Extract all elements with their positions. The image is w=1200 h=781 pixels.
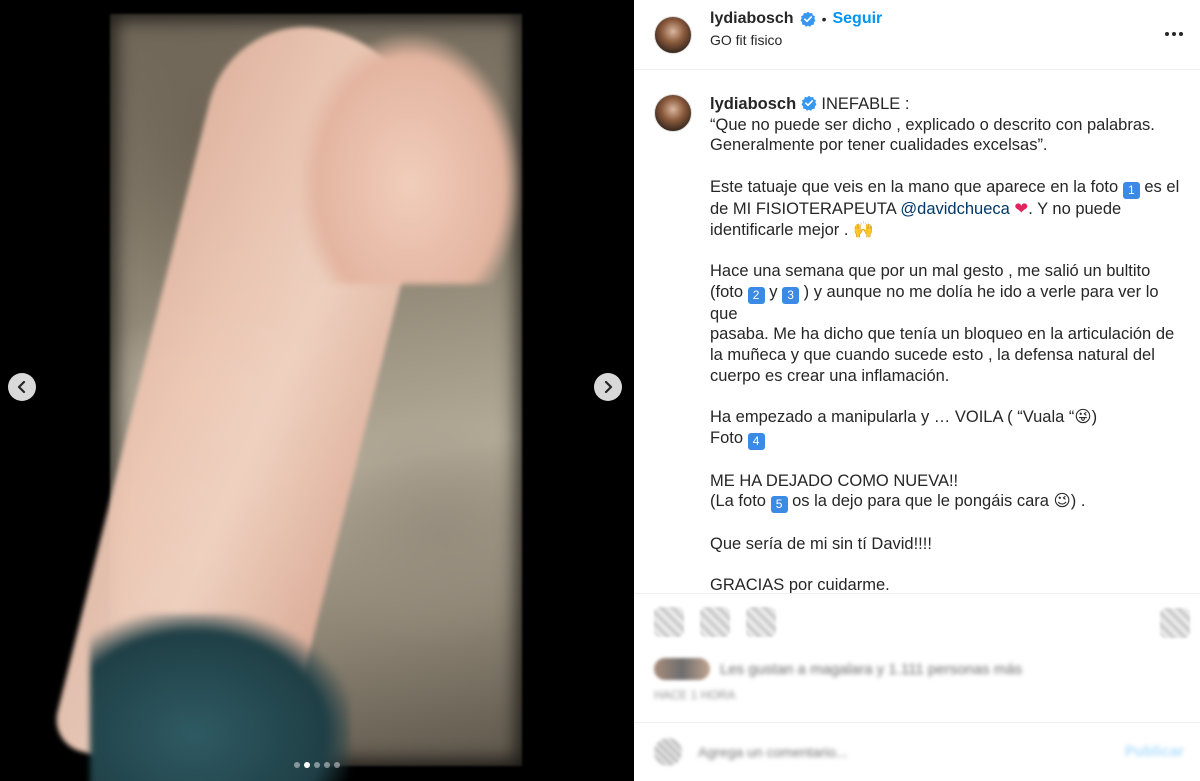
caption-line: cuerpo es crear una inflamación. (710, 366, 950, 385)
verified-badge-icon (801, 95, 817, 111)
comment-input[interactable] (698, 743, 1125, 760)
caption-line: Foto (710, 428, 748, 447)
caption-line: GRACIAS por cuidarme. (710, 576, 890, 593)
caption-line: (foto (710, 282, 748, 301)
photo-sleeve (90, 614, 350, 781)
chevron-left-icon (17, 381, 26, 393)
caption-avatar[interactable] (654, 94, 692, 132)
carousel-indicator (0, 762, 634, 768)
post-photo[interactable] (49, 6, 522, 781)
caption-line: “Que no puede ser dicho , explicado o de… (710, 115, 1155, 134)
likes-text[interactable]: Les gustan a magalara y 1.111 personas m… (720, 661, 1022, 678)
keycap-emoji: 5 (770, 496, 788, 514)
next-photo-button[interactable] (594, 373, 622, 401)
location-text[interactable]: GO fit fisico (710, 32, 882, 48)
emoji-icon[interactable] (654, 737, 682, 766)
mention-link[interactable]: @davidchueca (900, 200, 1009, 218)
caption-line: ME HA DEJADO COMO NUEVA!! (710, 471, 959, 490)
chevron-right-icon (604, 381, 613, 393)
caption-line: Este tatuaje que veis en la mano que apa… (710, 177, 1123, 196)
carousel-dot (314, 762, 320, 768)
heart-emoji: ❤ (1009, 199, 1029, 218)
likes-summary[interactable]: Les gustan a magalara y 1.111 personas m… (654, 658, 1184, 680)
separator-dot: • (821, 10, 827, 27)
caption-line: . Y no puede (1028, 199, 1122, 218)
media-viewer (0, 0, 634, 781)
follow-button[interactable]: Seguir (832, 10, 882, 28)
keycap-emoji: 2 (747, 286, 765, 304)
heart-icon[interactable] (654, 607, 684, 637)
carousel-dot (334, 762, 340, 768)
caption-line: os la dejo para que le pongáis cara 😉) . (787, 492, 1086, 511)
caption: lydiabosch INEFABLE : “Que no puede ser … (654, 94, 1184, 593)
comment-composer: Publicar (634, 722, 1200, 780)
header-text: lydiabosch • Seguir GO fit fisico (710, 10, 882, 48)
post-header: lydiabosch • Seguir GO fit fisico (634, 0, 1200, 70)
share-icon[interactable] (746, 607, 776, 637)
post-actions: Les gustan a magalara y 1.111 personas m… (634, 593, 1200, 780)
caption-line: de MI FISIOTERAPEUTA (710, 199, 901, 218)
keycap-emoji: 1 (1122, 181, 1140, 199)
photo-hand (300, 34, 520, 284)
keycap-emoji: 3 (782, 286, 800, 304)
previous-photo-button[interactable] (8, 373, 36, 401)
avatar[interactable] (654, 15, 692, 54)
post-modal: lydiabosch • Seguir GO fit fisico lydiab… (0, 0, 1200, 781)
caption-line: es el (1139, 177, 1180, 196)
header-row: lydiabosch • Seguir (710, 10, 882, 28)
post-comment-button[interactable]: Publicar (1125, 743, 1184, 760)
carousel-dot (294, 762, 300, 768)
more-horizontal-icon (1165, 32, 1183, 36)
post-sidebar: lydiabosch • Seguir GO fit fisico lydiab… (634, 0, 1200, 781)
bookmark-icon[interactable] (1160, 608, 1190, 638)
username-link[interactable]: lydiabosch (710, 10, 794, 28)
caption-line: pasaba. Me ha dicho que tenía un bloqueo… (710, 325, 1175, 344)
caption-line: (La foto (710, 492, 771, 511)
action-row (654, 606, 1184, 638)
more-options-button[interactable] (1162, 22, 1186, 46)
post-timestamp[interactable]: HACE 1 HORA (654, 688, 1184, 702)
carousel-dot (304, 762, 310, 768)
comment-icon[interactable] (700, 607, 730, 637)
caption-line: Que sería de mi sin tí David!!!! (710, 534, 932, 553)
caption-line: la muñeca y que cuando sucede esto , la … (710, 346, 1155, 365)
liker-avatars (654, 658, 710, 680)
caption-line: Ha empezado a manipularla y … VOILA ( “V… (710, 408, 1098, 427)
caption-line: Generalmente por tener cualidades excels… (710, 136, 1048, 155)
caption-area: lydiabosch INEFABLE : “Que no puede ser … (634, 70, 1200, 593)
caption-line: y (764, 282, 783, 301)
verified-badge-icon (800, 11, 816, 27)
caption-text: lydiabosch INEFABLE : “Que no puede ser … (710, 94, 1184, 593)
caption-line: Hace una semana que por un mal gesto , m… (710, 261, 1151, 280)
caption-username[interactable]: lydiabosch (710, 95, 796, 113)
caption-line: identificarle mejor . 🙌 (710, 220, 874, 239)
carousel-dot (324, 762, 330, 768)
caption-line: INEFABLE : (821, 95, 910, 113)
keycap-emoji: 4 (747, 432, 765, 450)
